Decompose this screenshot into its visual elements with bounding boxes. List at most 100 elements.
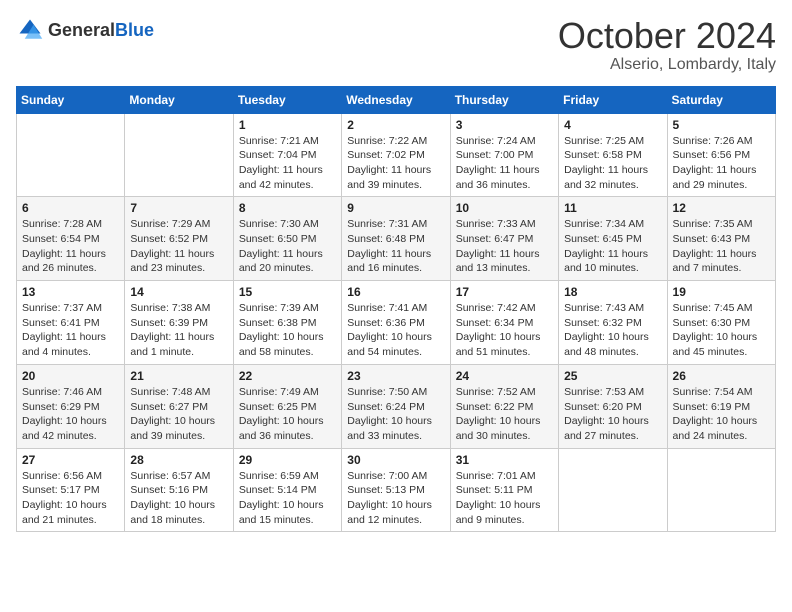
day-info: Sunrise: 7:46 AM Sunset: 6:29 PM Dayligh… — [22, 385, 119, 444]
weekday-header-cell: Sunday — [17, 86, 125, 113]
day-info: Sunrise: 7:31 AM Sunset: 6:48 PM Dayligh… — [347, 217, 444, 276]
calendar-cell: 15Sunrise: 7:39 AM Sunset: 6:38 PM Dayli… — [233, 281, 341, 365]
day-info: Sunrise: 7:45 AM Sunset: 6:30 PM Dayligh… — [673, 301, 770, 360]
calendar-cell: 19 Sunrise: 7:45 AM Sunset: 6:30 PM Dayli… — [667, 281, 775, 365]
day-info: Sunrise: 7:50 AM Sunset: 6:24 PM Dayligh… — [347, 385, 444, 444]
calendar-cell: 30 Sunrise: 7:00 AM Sunset: 5:13 PM Dayli… — [342, 448, 450, 532]
page-header: GeneralBlue October 2024 Alserio, Lombar… — [16, 16, 776, 74]
day-number: 7 — [130, 201, 227, 215]
day-number: 3 — [456, 118, 553, 132]
day-info: Sunrise: 7:54 AM Sunset: 6:19 PM Dayligh… — [673, 385, 770, 444]
day-number: 14 — [130, 285, 227, 299]
day-info: Sunrise: 7:53 AM Sunset: 6:20 PM Dayligh… — [564, 385, 661, 444]
day-number: 25 — [564, 369, 661, 383]
day-info: Sunrise: 7:49 AM Sunset: 6:25 PM Dayligh… — [239, 385, 336, 444]
day-number: 29 — [239, 453, 336, 467]
day-info: Sunrise: 7:26 AM Sunset: 6:56 PM Dayligh… — [673, 134, 770, 193]
calendar-cell: 9 Sunrise: 7:31 AM Sunset: 6:48 PM Daylig… — [342, 197, 450, 281]
calendar-cell: 10 Sunrise: 7:33 AM Sunset: 6:47 PM Dayli… — [450, 197, 558, 281]
day-info: Sunrise: 7:34 AM Sunset: 6:45 PM Dayligh… — [564, 217, 661, 276]
calendar-cell: 26 Sunrise: 7:54 AM Sunset: 6:19 PM Dayli… — [667, 364, 775, 448]
day-info: Sunrise: 7:30 AM Sunset: 6:50 PM Dayligh… — [239, 217, 336, 276]
logo-blue-text: Blue — [115, 20, 154, 40]
day-info: Sunrise: 7:01 AM Sunset: 5:11 PM Dayligh… — [456, 469, 553, 528]
calendar-cell: 28 Sunrise: 6:57 AM Sunset: 5:16 PM Dayli… — [125, 448, 233, 532]
calendar-cell — [667, 448, 775, 532]
day-info: Sunrise: 7:48 AM Sunset: 6:27 PM Dayligh… — [130, 385, 227, 444]
logo[interactable]: GeneralBlue — [16, 16, 154, 44]
calendar-cell: 5 Sunrise: 7:26 AM Sunset: 6:56 PM Daylig… — [667, 113, 775, 197]
calendar-cell: 27 Sunrise: 6:56 AM Sunset: 5:17 PM Dayli… — [17, 448, 125, 532]
day-number: 18 — [564, 285, 661, 299]
day-info: Sunrise: 7:00 AM Sunset: 5:13 PM Dayligh… — [347, 469, 444, 528]
day-info: Sunrise: 7:22 AM Sunset: 7:02 PM Dayligh… — [347, 134, 444, 193]
day-info: Sunrise: 7:42 AM Sunset: 6:34 PM Dayligh… — [456, 301, 553, 360]
calendar-cell — [17, 113, 125, 197]
day-info: Sunrise: 7:21 AM Sunset: 7:04 PM Dayligh… — [239, 134, 336, 193]
day-number: 31 — [456, 453, 553, 467]
calendar-cell: 29Sunrise: 6:59 AM Sunset: 5:14 PM Dayli… — [233, 448, 341, 532]
weekday-header-cell: Thursday — [450, 86, 558, 113]
calendar-cell: 20 Sunrise: 7:46 AM Sunset: 6:29 PM Dayli… — [17, 364, 125, 448]
day-info: Sunrise: 7:28 AM Sunset: 6:54 PM Dayligh… — [22, 217, 119, 276]
day-number: 17 — [456, 285, 553, 299]
day-number: 23 — [347, 369, 444, 383]
title-area: October 2024 Alserio, Lombardy, Italy — [558, 16, 776, 74]
calendar-cell: 12 Sunrise: 7:35 AM Sunset: 6:43 PM Dayli… — [667, 197, 775, 281]
calendar-cell: 14 Sunrise: 7:38 AM Sunset: 6:39 PM Dayli… — [125, 281, 233, 365]
calendar-cell: 23 Sunrise: 7:50 AM Sunset: 6:24 PM Dayli… — [342, 364, 450, 448]
calendar-cell: 31 Sunrise: 7:01 AM Sunset: 5:11 PM Dayli… — [450, 448, 558, 532]
day-number: 30 — [347, 453, 444, 467]
month-title: October 2024 — [558, 16, 776, 56]
weekday-header-cell: Wednesday — [342, 86, 450, 113]
calendar-cell: 25 Sunrise: 7:53 AM Sunset: 6:20 PM Dayli… — [559, 364, 667, 448]
day-info: Sunrise: 7:41 AM Sunset: 6:36 PM Dayligh… — [347, 301, 444, 360]
weekday-header-cell: Friday — [559, 86, 667, 113]
day-number: 5 — [673, 118, 770, 132]
day-info: Sunrise: 7:33 AM Sunset: 6:47 PM Dayligh… — [456, 217, 553, 276]
calendar-cell: 11 Sunrise: 7:34 AM Sunset: 6:45 PM Dayli… — [559, 197, 667, 281]
calendar-cell: 7 Sunrise: 7:29 AM Sunset: 6:52 PM Daylig… — [125, 197, 233, 281]
day-number: 13 — [22, 285, 119, 299]
day-number: 28 — [130, 453, 227, 467]
weekday-header-cell: Tuesday — [233, 86, 341, 113]
calendar-week-row: 13Sunrise: 7:37 AM Sunset: 6:41 PM Dayli… — [17, 281, 776, 365]
logo-general-text: General — [48, 20, 115, 40]
day-number: 4 — [564, 118, 661, 132]
calendar-cell: 22 Sunrise: 7:49 AM Sunset: 6:25 PM Dayli… — [233, 364, 341, 448]
weekday-header-row: SundayMondayTuesdayWednesdayThursdayFrid… — [17, 86, 776, 113]
day-info: Sunrise: 7:35 AM Sunset: 6:43 PM Dayligh… — [673, 217, 770, 276]
day-number: 19 — [673, 285, 770, 299]
day-number: 15 — [239, 285, 336, 299]
day-info: Sunrise: 6:57 AM Sunset: 5:16 PM Dayligh… — [130, 469, 227, 528]
day-number: 10 — [456, 201, 553, 215]
day-number: 12 — [673, 201, 770, 215]
day-number: 1 — [239, 118, 336, 132]
calendar-week-row: 20 Sunrise: 7:46 AM Sunset: 6:29 PM Dayli… — [17, 364, 776, 448]
day-number: 6 — [22, 201, 119, 215]
day-number: 16 — [347, 285, 444, 299]
day-info: Sunrise: 7:38 AM Sunset: 6:39 PM Dayligh… — [130, 301, 227, 360]
day-info: Sunrise: 7:52 AM Sunset: 6:22 PM Dayligh… — [456, 385, 553, 444]
calendar-cell: 13Sunrise: 7:37 AM Sunset: 6:41 PM Dayli… — [17, 281, 125, 365]
day-number: 20 — [22, 369, 119, 383]
day-number: 26 — [673, 369, 770, 383]
day-info: Sunrise: 7:25 AM Sunset: 6:58 PM Dayligh… — [564, 134, 661, 193]
calendar-cell: 6 Sunrise: 7:28 AM Sunset: 6:54 PM Daylig… — [17, 197, 125, 281]
day-number: 8 — [239, 201, 336, 215]
day-number: 22 — [239, 369, 336, 383]
day-number: 27 — [22, 453, 119, 467]
day-number: 9 — [347, 201, 444, 215]
day-info: Sunrise: 6:56 AM Sunset: 5:17 PM Dayligh… — [22, 469, 119, 528]
day-info: Sunrise: 7:29 AM Sunset: 6:52 PM Dayligh… — [130, 217, 227, 276]
calendar-cell: 4 Sunrise: 7:25 AM Sunset: 6:58 PM Daylig… — [559, 113, 667, 197]
calendar-cell: 24 Sunrise: 7:52 AM Sunset: 6:22 PM Dayli… — [450, 364, 558, 448]
day-number: 11 — [564, 201, 661, 215]
calendar-cell — [125, 113, 233, 197]
calendar-week-row: 1 Sunrise: 7:21 AM Sunset: 7:04 PM Daylig… — [17, 113, 776, 197]
day-number: 24 — [456, 369, 553, 383]
calendar-cell: 21Sunrise: 7:48 AM Sunset: 6:27 PM Dayli… — [125, 364, 233, 448]
calendar-table: SundayMondayTuesdayWednesdayThursdayFrid… — [16, 86, 776, 533]
location-title: Alserio, Lombardy, Italy — [558, 56, 776, 74]
weekday-header-cell: Monday — [125, 86, 233, 113]
